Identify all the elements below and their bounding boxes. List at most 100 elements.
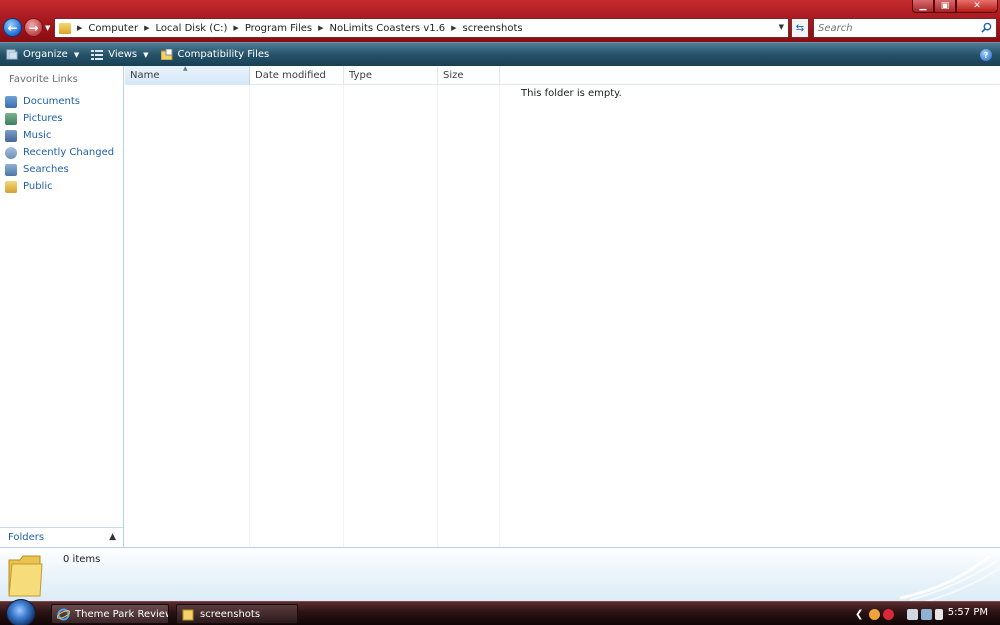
folder-icon — [182, 609, 194, 620]
organize-button[interactable]: Organize ▼ — [0, 43, 85, 67]
internet-explorer-icon — [57, 608, 70, 620]
breadcrumb: ▶ Computer ▶ Local Disk (C:) ▶ Program F… — [71, 23, 523, 34]
sidebar-item-label: Pictures — [23, 113, 63, 124]
help-icon[interactable]: ? — [980, 49, 992, 61]
search-box[interactable] — [813, 18, 997, 38]
breadcrumb-nolimits[interactable]: NoLimits Coasters v1.6 — [330, 23, 446, 34]
refresh-button[interactable]: ⇆ — [791, 18, 809, 38]
organize-label: Organize — [23, 49, 68, 60]
chevron-right-icon[interactable]: ▶ — [77, 24, 82, 32]
tray-app-icon[interactable] — [869, 608, 881, 620]
folders-label: Folders — [8, 532, 45, 543]
public-icon — [5, 180, 17, 193]
close-button[interactable]: ✕ — [956, 0, 998, 13]
volume-icon[interactable] — [935, 608, 944, 620]
forward-arrow-icon: → — [28, 20, 39, 35]
sidebar-item-music[interactable]: Music — [5, 127, 114, 144]
organize-icon — [6, 49, 18, 60]
items-count: 0 items — [63, 554, 101, 565]
recent-pages-dropdown[interactable]: ▼ — [45, 24, 50, 32]
taskbar: Theme Park Review ... screenshots ❮ 5:57… — [0, 599, 1000, 625]
clock[interactable]: 5:57 PM — [948, 607, 988, 618]
column-header-size[interactable]: Size — [438, 66, 500, 85]
chevron-right-icon[interactable]: ▶ — [318, 24, 323, 32]
chevron-down-icon: ▼ — [143, 50, 149, 59]
column-header-name[interactable]: ▲ Name — [125, 65, 250, 85]
breadcrumb-computer[interactable]: Computer — [88, 23, 138, 34]
chevron-right-icon[interactable]: ▶ — [451, 24, 456, 32]
breadcrumb-program-files[interactable]: Program Files — [245, 23, 312, 34]
tray-app-icon[interactable] — [921, 608, 933, 620]
searches-icon — [5, 163, 17, 176]
taskbar-button-explorer[interactable]: screenshots — [176, 604, 298, 624]
chevron-down-icon: ▼ — [73, 50, 80, 59]
pictures-icon — [5, 112, 17, 125]
empty-folder-message: This folder is empty. — [521, 88, 622, 99]
file-list: ▲ Name Date modified Type Size This fold… — [125, 65, 1000, 547]
folders-toggle[interactable]: Folders ▲ — [0, 527, 123, 547]
sort-ascending-icon: ▲ — [183, 65, 188, 72]
taskbar-button-label: screenshots — [200, 608, 261, 620]
views-label: Views — [108, 49, 138, 60]
details-pane: 0 items — [0, 547, 1000, 601]
decorative-swoosh — [899, 554, 1000, 601]
column-divider — [499, 85, 500, 547]
sidebar-item-documents[interactable]: Documents — [5, 93, 114, 110]
folder-icon — [8, 555, 43, 597]
show-hidden-icons-icon[interactable]: ❮ — [855, 609, 863, 620]
sidebar-item-label: Searches — [23, 164, 69, 175]
back-arrow-icon: ← — [7, 20, 18, 35]
minimize-button[interactable]: ▁ — [912, 0, 934, 13]
tray-app-icon[interactable] — [883, 608, 895, 620]
sidebar-item-searches[interactable]: Searches — [5, 161, 114, 178]
column-header-label: Name — [130, 70, 160, 81]
search-input[interactable] — [814, 19, 974, 37]
column-headers: ▲ Name Date modified Type Size — [125, 65, 1000, 85]
views-icon — [91, 50, 104, 60]
breadcrumb-local-disk[interactable]: Local Disk (C:) — [156, 23, 228, 34]
recently-changed-icon — [5, 146, 17, 159]
taskbar-button-browser[interactable]: Theme Park Review ... — [51, 604, 169, 624]
start-button[interactable] — [6, 599, 36, 625]
column-divider — [249, 85, 250, 547]
favorite-links-heading: Favorite Links — [9, 74, 78, 85]
column-header-date-modified[interactable]: Date modified — [250, 66, 344, 85]
favorite-links-list: Documents Pictures Music Recently Change… — [5, 93, 114, 195]
network-icon[interactable] — [907, 608, 919, 620]
title-bar: ▁ ▣ ✕ ← → ▼ ▶ Computer ▶ Local Disk (C:)… — [0, 0, 1000, 42]
chevron-right-icon[interactable]: ▶ — [144, 24, 149, 32]
address-dropdown-icon[interactable]: ▼ — [779, 23, 784, 31]
chevron-right-icon[interactable]: ▶ — [233, 24, 238, 32]
back-button[interactable]: ← — [3, 18, 22, 37]
sidebar-item-recently-changed[interactable]: Recently Changed — [5, 144, 114, 161]
column-header-label: Date modified — [255, 70, 326, 81]
compatibility-files-label: Compatibility Files — [177, 49, 270, 60]
navigation-pane: Favorite Links Documents Pictures Music … — [0, 66, 124, 547]
column-header-label: Type — [349, 70, 372, 81]
column-divider — [343, 85, 344, 547]
sidebar-item-label: Public — [23, 181, 53, 192]
views-button[interactable]: Views ▼ — [85, 43, 154, 67]
sidebar-item-pictures[interactable]: Pictures — [5, 110, 114, 127]
forward-button[interactable]: → — [24, 18, 43, 37]
breadcrumb-screenshots[interactable]: screenshots — [463, 23, 523, 34]
folder-icon — [59, 22, 71, 34]
sidebar-item-public[interactable]: Public — [5, 178, 114, 195]
search-icon[interactable] — [981, 22, 992, 33]
column-divider — [437, 85, 438, 547]
sidebar-item-label: Documents — [23, 96, 81, 107]
taskbar-button-label: Theme Park Review ... — [75, 608, 168, 620]
address-bar[interactable]: ▶ Computer ▶ Local Disk (C:) ▶ Program F… — [54, 18, 789, 38]
chevron-up-icon: ▲ — [109, 532, 116, 542]
sidebar-item-label: Recently Changed — [23, 147, 115, 158]
maximize-button[interactable]: ▣ — [934, 0, 956, 13]
music-icon — [5, 129, 17, 142]
column-header-type[interactable]: Type — [344, 66, 438, 85]
compatibility-files-icon — [160, 49, 173, 60]
command-bar: Organize ▼ Views ▼ Compatibility Files ? — [0, 42, 1000, 66]
explorer-window: ▁ ▣ ✕ ← → ▼ ▶ Computer ▶ Local Disk (C:)… — [0, 0, 1000, 625]
window-controls: ▁ ▣ ✕ — [912, 0, 998, 13]
sidebar-item-label: Music — [23, 130, 52, 141]
column-header-label: Size — [443, 70, 464, 81]
compatibility-files-button[interactable]: Compatibility Files — [155, 43, 276, 67]
